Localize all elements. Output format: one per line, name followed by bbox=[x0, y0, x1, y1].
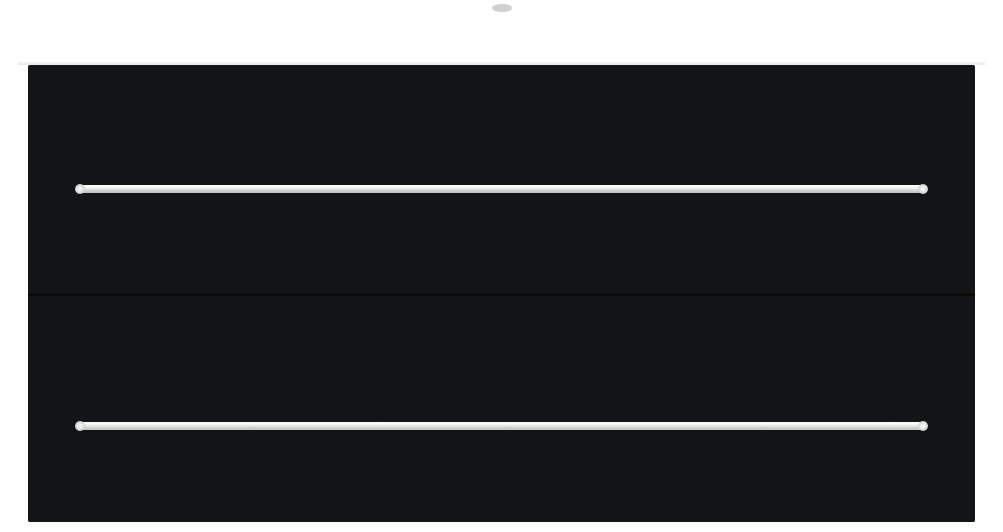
faucet-hole bbox=[492, 4, 512, 12]
drawer-handle-upper bbox=[78, 185, 925, 193]
vanity-countertop bbox=[18, 0, 985, 65]
handle-cap bbox=[75, 421, 85, 431]
vanity-cabinet bbox=[28, 65, 975, 522]
handle-cap bbox=[918, 184, 928, 194]
drawer-handle-lower bbox=[78, 422, 925, 430]
drawer-lower bbox=[28, 294, 975, 523]
handle-cap bbox=[918, 421, 928, 431]
handle-cap bbox=[75, 184, 85, 194]
drawer-upper bbox=[28, 65, 975, 294]
